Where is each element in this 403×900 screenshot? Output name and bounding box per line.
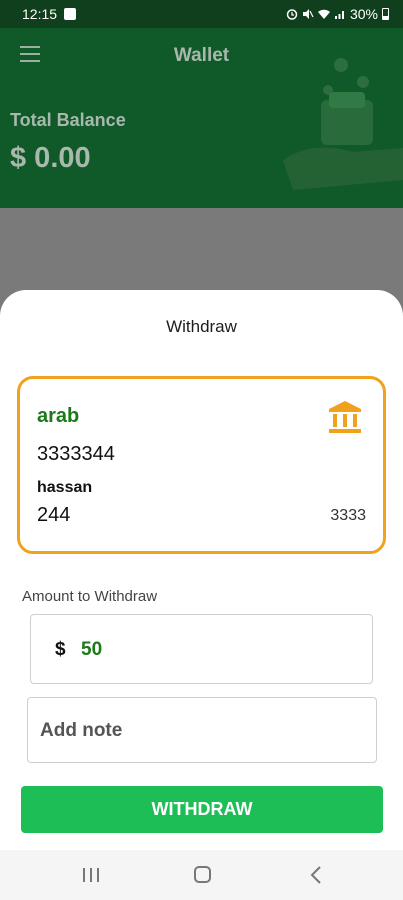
bank-icon <box>329 401 361 433</box>
account-code: 3333 <box>330 507 366 524</box>
balance-label: Total Balance <box>10 110 126 130</box>
status-icons: 30% <box>286 6 389 22</box>
account-holder-name: hassan <box>37 479 93 496</box>
withdraw-button[interactable]: WITHDRAW <box>21 786 383 833</box>
system-nav-bar <box>0 850 403 900</box>
account-number: 3333344 <box>37 443 115 465</box>
mute-icon <box>302 9 314 19</box>
status-time: 12:15 <box>22 6 58 22</box>
back-icon[interactable] <box>309 865 323 885</box>
amount-label: Amount to Withdraw <box>22 588 158 605</box>
note-placeholder: Add note <box>40 720 123 741</box>
sheet-title: Withdraw <box>166 317 237 336</box>
alarm-icon <box>286 9 298 20</box>
bank-name: arab <box>37 405 80 427</box>
battery-icon <box>382 8 389 20</box>
bank-account-card[interactable]: arab 3333344 hassan 244 3333 <box>17 376 386 554</box>
gallery-notification-icon <box>64 8 76 20</box>
withdraw-sheet: Withdraw arab 3333344 hassan 244 3333 Am… <box>0 290 403 850</box>
wifi-icon <box>317 9 330 19</box>
amount-input[interactable]: $ 50 <box>30 614 373 684</box>
currency-symbol: $ <box>55 639 66 660</box>
money-hand-illustration <box>283 58 403 190</box>
status-bar: 12:15 30% <box>0 0 403 28</box>
home-icon[interactable] <box>194 866 211 883</box>
battery-percent: 30% <box>349 6 378 22</box>
wallet-header: Wallet Total Balance $ 0.00 <box>0 28 403 208</box>
signal-icon <box>334 11 344 19</box>
amount-value: 50 <box>81 639 103 660</box>
branch-number: 244 <box>37 504 71 526</box>
recent-apps-icon[interactable] <box>83 868 99 882</box>
balance-value: $ 0.00 <box>10 142 91 174</box>
note-input[interactable]: Add note <box>27 697 377 763</box>
